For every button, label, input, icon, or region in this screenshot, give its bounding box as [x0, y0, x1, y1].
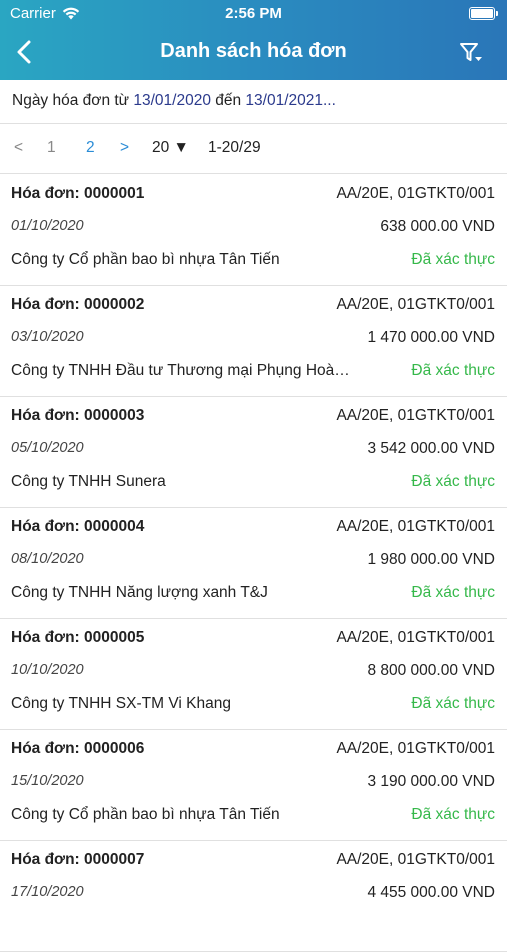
invoice-item[interactable]: Hóa đơn: 0000005 AA/20E, 01GTKT0/001 10/…: [0, 619, 507, 730]
invoice-company: Công ty TNHH Đầu tư Thương mại Phụng Hoà…: [11, 362, 351, 379]
invoice-status: Đã xác thực: [411, 806, 495, 823]
page-range-label: 1-20/29: [208, 139, 261, 156]
invoice-company: Công ty TNHH Sunera: [11, 473, 166, 490]
date-from[interactable]: 13/01/2020: [133, 92, 211, 109]
invoice-item[interactable]: Hóa đơn: 0000001 AA/20E, 01GTKT0/001 01/…: [0, 175, 507, 286]
prev-page-button[interactable]: <: [14, 139, 23, 157]
invoice-item[interactable]: Hóa đơn: 0000007 AA/20E, 01GTKT0/001 17/…: [0, 841, 507, 952]
invoice-number: Hóa đơn: 0000005: [11, 629, 145, 646]
invoice-code: AA/20E, 01GTKT0/001: [336, 740, 495, 757]
invoice-code: AA/20E, 01GTKT0/001: [336, 407, 495, 424]
pagination-bar: < 1 2 > 20 ▼ 1-20/29: [0, 124, 507, 174]
invoice-item[interactable]: Hóa đơn: 0000002 AA/20E, 01GTKT0/001 03/…: [0, 286, 507, 397]
invoice-date: 03/10/2020: [11, 329, 84, 345]
invoice-number: Hóa đơn: 0000003: [11, 407, 145, 424]
invoice-number: Hóa đơn: 0000004: [11, 518, 145, 535]
invoice-status: Đã xác thực: [411, 362, 495, 379]
invoice-code: AA/20E, 01GTKT0/001: [336, 518, 495, 535]
invoice-amount: 1 470 000.00 VND: [367, 329, 495, 346]
invoice-status: Đã xác thực: [411, 251, 495, 268]
invoice-company: Công ty Cổ phần bao bì nhựa Tân Tiến: [11, 806, 280, 823]
invoice-date: 08/10/2020: [11, 551, 84, 567]
page-size-dropdown[interactable]: 20 ▼: [152, 139, 189, 157]
invoice-date: 10/10/2020: [11, 662, 84, 678]
invoice-status: Đã xác thực: [411, 584, 495, 601]
invoice-amount: 4 455 000.00 VND: [367, 884, 495, 901]
page-title: Danh sách hóa đơn: [160, 40, 347, 62]
battery-icon: [469, 7, 498, 20]
invoice-amount: 638 000.00 VND: [380, 218, 495, 235]
invoice-status: Đã xác thực: [411, 695, 495, 712]
invoice-amount: 1 980 000.00 VND: [367, 551, 495, 568]
invoice-company: Công ty TNHH Năng lượng xanh T&J: [11, 584, 268, 601]
invoice-code: AA/20E, 01GTKT0/001: [336, 629, 495, 646]
page-2-button[interactable]: 2: [86, 139, 95, 157]
invoice-list: Hóa đơn: 0000001 AA/20E, 01GTKT0/001 01/…: [0, 175, 507, 952]
invoice-amount: 3 190 000.00 VND: [367, 773, 495, 790]
invoice-company: Công ty Cổ phần bao bì nhựa Tân Tiến: [11, 251, 280, 268]
invoice-date: 15/10/2020: [11, 773, 84, 789]
status-time: 2:56 PM: [225, 5, 282, 22]
date-to[interactable]: 13/01/2021...: [245, 92, 336, 109]
invoice-item[interactable]: Hóa đơn: 0000006 AA/20E, 01GTKT0/001 15/…: [0, 730, 507, 841]
nav-bar: Danh sách hóa đơn: [0, 30, 507, 74]
invoice-item[interactable]: Hóa đơn: 0000003 AA/20E, 01GTKT0/001 05/…: [0, 397, 507, 508]
invoice-code: AA/20E, 01GTKT0/001: [336, 851, 495, 868]
invoice-code: AA/20E, 01GTKT0/001: [336, 296, 495, 313]
invoice-number: Hóa đơn: 0000001: [11, 185, 145, 202]
invoice-date: 01/10/2020: [11, 218, 84, 234]
invoice-amount: 8 800 000.00 VND: [367, 662, 495, 679]
next-page-button[interactable]: >: [120, 139, 129, 157]
invoice-date: 05/10/2020: [11, 440, 84, 456]
status-bar: Carrier 2:56 PM: [0, 0, 507, 28]
filter-icon[interactable]: [455, 36, 487, 68]
date-range-filter[interactable]: Ngày hóa đơn từ 13/01/2020 đến 13/01/202…: [0, 80, 507, 124]
invoice-code: AA/20E, 01GTKT0/001: [336, 185, 495, 202]
invoice-item[interactable]: Hóa đơn: 0000004 AA/20E, 01GTKT0/001 08/…: [0, 508, 507, 619]
invoice-number: Hóa đơn: 0000007: [11, 851, 145, 868]
invoice-amount: 3 542 000.00 VND: [367, 440, 495, 457]
invoice-date: 17/10/2020: [11, 884, 84, 900]
app-header: Carrier 2:56 PM Danh sách hóa đơn: [0, 0, 507, 80]
date-range-middle: đến: [210, 92, 246, 109]
date-range-prefix: Ngày hóa đơn từ: [12, 92, 134, 109]
invoice-number: Hóa đơn: 0000006: [11, 740, 145, 757]
invoice-status: Đã xác thực: [411, 473, 495, 490]
invoice-number: Hóa đơn: 0000002: [11, 296, 145, 313]
invoice-company: Công ty TNHH SX-TM Vi Khang: [11, 695, 231, 712]
page-1-button[interactable]: 1: [47, 139, 56, 157]
